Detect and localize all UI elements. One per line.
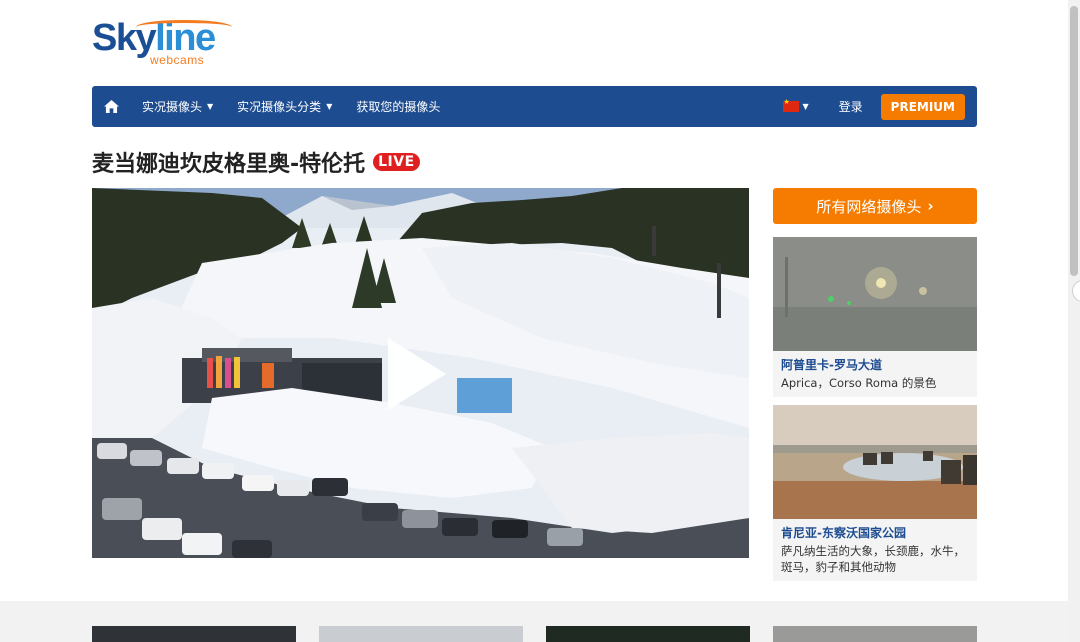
- chevron-right-icon: ›: [927, 197, 934, 215]
- page-title: 麦当娜迪坎皮格里奥-特伦托: [92, 152, 366, 177]
- nav-item-live-cams[interactable]: 实况摄像头 ▼: [130, 86, 225, 127]
- nav-right-group: ▼ 登录 PREMIUM: [773, 86, 978, 127]
- caret-down-icon: ▼: [207, 102, 214, 111]
- premium-button[interactable]: PREMIUM: [880, 93, 965, 120]
- webcam-video-player[interactable]: [92, 188, 749, 558]
- caret-down-icon: ▼: [802, 102, 809, 111]
- live-badge: LIVE: [373, 153, 420, 171]
- page: Skyline webcams 实况摄像头 ▼ 实况摄像头分类 ▼ 获取您的摄像头 …: [0, 0, 1080, 642]
- language-selector[interactable]: ▼: [773, 98, 827, 112]
- nav-home-button[interactable]: [92, 86, 130, 127]
- login-link[interactable]: 登录: [827, 86, 875, 127]
- webcam-thumbnail-foggy-street: [773, 237, 977, 351]
- logo-subtitle: webcams: [150, 53, 205, 67]
- webcam-card-title: 肯尼亚-东察沃国家公园: [781, 526, 906, 540]
- logo-swoosh: [136, 20, 232, 34]
- webcam-card-description: Aprica，Corso Roma 的景色: [781, 376, 937, 390]
- nav-item-get-webcam[interactable]: 获取您的摄像头: [344, 86, 452, 127]
- caret-down-icon: ▼: [326, 102, 333, 111]
- scrollbar-thumb[interactable]: [1070, 6, 1078, 276]
- home-icon: [103, 100, 119, 113]
- skyline-logo[interactable]: Skyline webcams: [92, 18, 232, 70]
- china-flag-icon: [782, 98, 799, 112]
- bottom-webcam-thumbnail[interactable]: [546, 626, 750, 642]
- all-webcams-label: 所有网络摄像头: [816, 197, 922, 216]
- nav-item-label: 实况摄像头: [142, 100, 203, 114]
- bottom-webcam-thumbnail[interactable]: [773, 626, 977, 642]
- play-icon[interactable]: [388, 338, 446, 410]
- bottom-webcam-thumbnail[interactable]: [319, 626, 523, 642]
- bottom-webcam-thumbnail[interactable]: [92, 626, 296, 642]
- webcam-card-description: 萨凡纳生活的大象，长颈鹿，水牛，斑马，豹子和其他动物: [781, 544, 965, 574]
- webcam-thumbnail-savanna: [773, 405, 977, 519]
- nav-item-categories[interactable]: 实况摄像头分类 ▼: [225, 86, 344, 127]
- page-scrollbar[interactable]: [1068, 0, 1080, 642]
- webcam-card[interactable]: 阿普里卡-罗马大道 Aprica，Corso Roma 的景色: [773, 237, 977, 397]
- webcam-card[interactable]: 肯尼亚-东察沃国家公园 萨凡纳生活的大象，长颈鹿，水牛，斑马，豹子和其他动物: [773, 405, 977, 581]
- webcam-card-title: 阿普里卡-罗马大道: [781, 358, 882, 372]
- main-navbar: 实况摄像头 ▼ 实况摄像头分类 ▼ 获取您的摄像头 ▼ 登录 PREMIUM: [92, 86, 977, 127]
- nav-item-label: 实况摄像头分类: [237, 100, 322, 114]
- nav-item-label: 获取您的摄像头: [356, 100, 441, 114]
- title-row: 麦当娜迪坎皮格里奥-特伦托 LIVE: [92, 146, 420, 178]
- all-webcams-button[interactable]: 所有网络摄像头 ›: [773, 188, 977, 224]
